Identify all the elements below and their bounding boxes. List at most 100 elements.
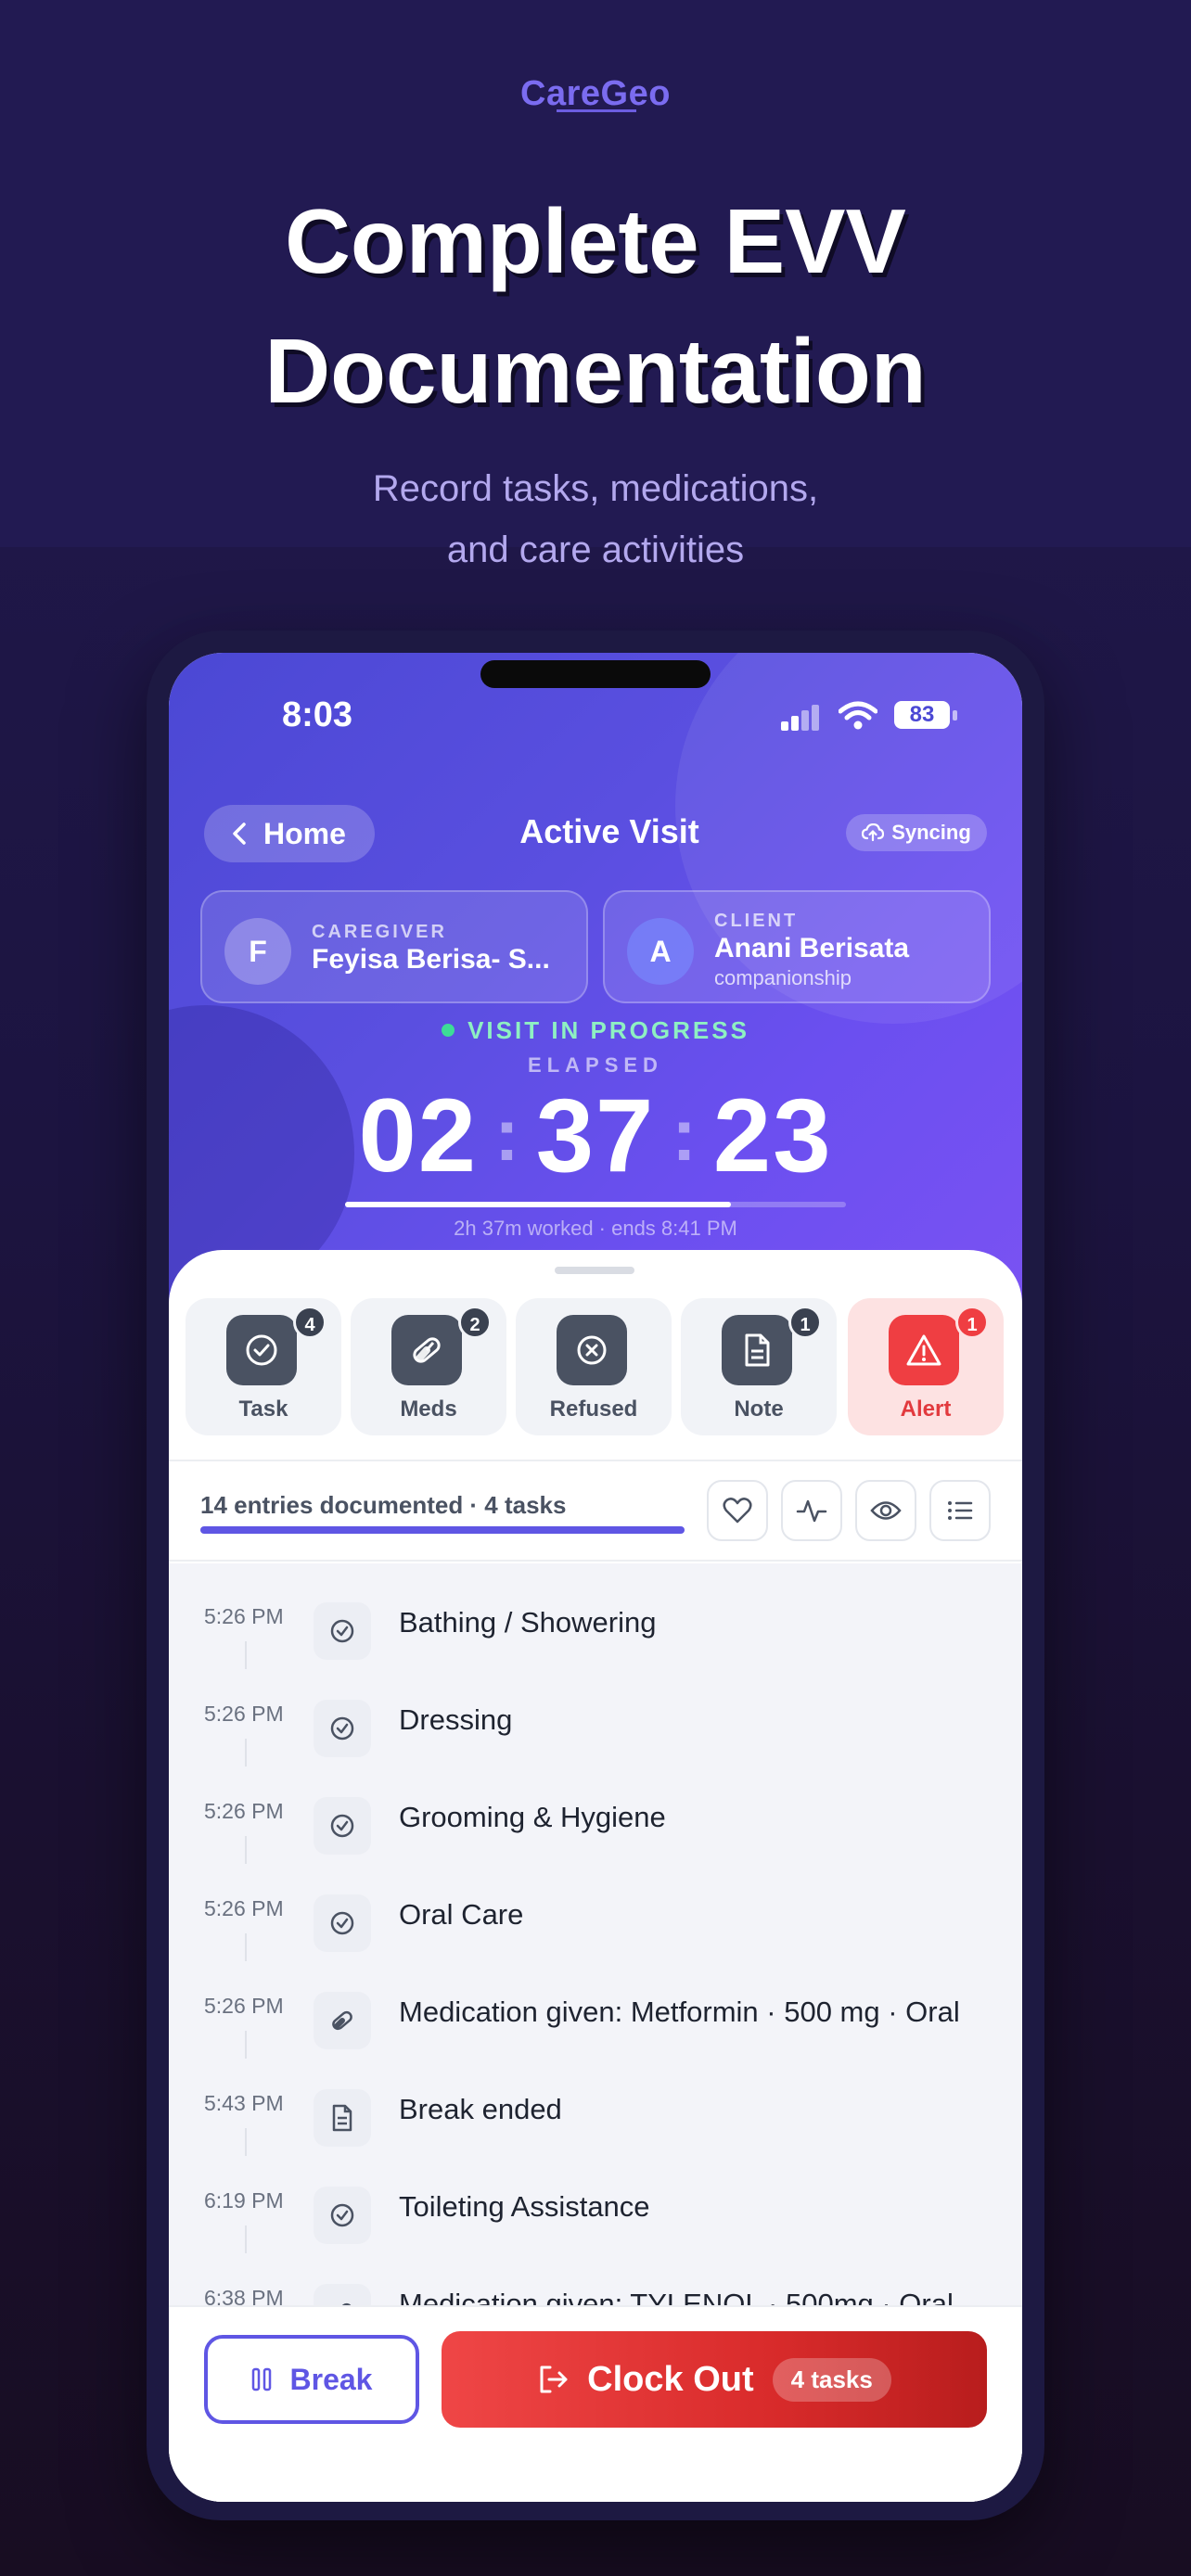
- hero-subtitle-line1: Record tasks, medications,: [372, 468, 819, 509]
- visit-status: VISIT IN PROGRESS: [169, 1016, 1022, 1045]
- check-circle-icon: [314, 1602, 371, 1660]
- sync-label: Syncing: [891, 821, 971, 844]
- timeline-entry[interactable]: 5:26 PM Grooming & Hygiene: [169, 1758, 1022, 1864]
- entry-time: 5:26 PM: [204, 1896, 284, 1920]
- activity-icon: [796, 1499, 827, 1523]
- timeline-entry[interactable]: 5:26 PM Oral Care: [169, 1855, 1022, 1961]
- timer-minutes: 37: [535, 1077, 656, 1193]
- eye-icon: [870, 1501, 902, 1520]
- entries-timeline: 5:26 PM Bathing / Showering 5:26 PM Dres…: [169, 1563, 1022, 2305]
- clock-out-label: Clock Out: [587, 2359, 754, 2399]
- note-label: Note: [734, 1396, 784, 1422]
- entry-time: 5:43 PM: [204, 2091, 284, 2115]
- hero-title-line2: Documentation: [264, 320, 927, 422]
- phone-screen: 8:03 83 Home Active Visit Syncing F CARE…: [169, 653, 1022, 2502]
- remaining-tasks-badge: 4 tasks: [772, 2357, 891, 2402]
- battery-tip: [953, 710, 957, 721]
- note-action-button[interactable]: 1 Note: [681, 1298, 837, 1435]
- client-name: Anani Berisata: [714, 933, 910, 963]
- warning-icon: [889, 1315, 959, 1385]
- entry-text: Medication given: TYLENOL · 500mg · Oral: [399, 2288, 954, 2305]
- pause-icon: [251, 2367, 271, 2391]
- entries-summary: 14 entries documented · 4 tasks: [169, 1460, 1022, 1562]
- timeline-entry[interactable]: 6:38 PM Medication given: TYLENOL · 500m…: [169, 2245, 1022, 2305]
- client-avatar: A: [627, 918, 694, 985]
- live-dot-icon: [442, 1024, 455, 1037]
- hero-title-line1: Complete EVV: [285, 190, 906, 292]
- note-count-badge: 1: [788, 1306, 822, 1339]
- timer-seconds: 23: [712, 1077, 833, 1193]
- list-icon: [948, 1501, 973, 1520]
- hero-title: Complete EVV Documentation: [0, 176, 1191, 436]
- filter-vitals-button[interactable]: [707, 1480, 768, 1541]
- task-action-button[interactable]: 4 Task: [186, 1298, 341, 1435]
- refused-action-button[interactable]: Refused: [516, 1298, 672, 1435]
- sheet-grabber[interactable]: [555, 1267, 634, 1274]
- logout-icon: [540, 2366, 568, 2393]
- break-button[interactable]: Break: [204, 2335, 419, 2424]
- worked-summary: 2h 37m worked · ends 8:41 PM: [454, 1217, 737, 1240]
- dynamic-island: [480, 660, 711, 688]
- filter-activity-button[interactable]: [781, 1480, 842, 1541]
- caregiver-name: Feyisa Berisa- S...: [312, 944, 550, 975]
- entry-text: Toileting Assistance: [399, 2190, 650, 2223]
- entry-text: Grooming & Hygiene: [399, 1801, 666, 1833]
- check-circle-icon: [226, 1315, 297, 1385]
- entry-time: 5:26 PM: [204, 1604, 284, 1628]
- check-circle-icon: [314, 1894, 371, 1952]
- timeline-entry[interactable]: 5:26 PM Dressing: [169, 1661, 1022, 1766]
- refused-label: Refused: [549, 1396, 638, 1422]
- entry-time: 5:26 PM: [204, 1799, 284, 1823]
- status-time: 8:03: [282, 695, 353, 734]
- bottom-action-bar: Break Clock Out 4 tasks: [169, 2305, 1022, 2502]
- timer-separator: :: [672, 1093, 697, 1176]
- elapsed-timer: 02 : 37 : 23: [169, 1078, 1022, 1193]
- heart-icon: [723, 1498, 752, 1524]
- timeline-entry[interactable]: 5:43 PM Break ended: [169, 2050, 1022, 2156]
- task-label: Task: [238, 1396, 288, 1422]
- entry-time: 6:19 PM: [204, 2188, 284, 2213]
- meds-action-button[interactable]: 2 Meds: [351, 1298, 506, 1435]
- entry-time: 6:38 PM: [204, 2286, 284, 2305]
- timeline-entry[interactable]: 5:26 PM Medication given: Metformin · 50…: [169, 1953, 1022, 2059]
- client-role: CLIENT: [714, 911, 799, 931]
- entry-text: Bathing / Showering: [399, 1606, 657, 1639]
- document-icon: [314, 2089, 371, 2147]
- x-circle-icon: [557, 1315, 627, 1385]
- sync-status-badge[interactable]: Syncing: [846, 814, 987, 851]
- filter-list-button[interactable]: [929, 1480, 991, 1541]
- visit-progress-fill: [345, 1202, 731, 1207]
- alert-action-button[interactable]: 1 Alert: [848, 1298, 1004, 1435]
- timeline-entry[interactable]: 6:19 PM Toileting Assistance: [169, 2148, 1022, 2253]
- caregiver-role: CAREGIVER: [312, 922, 447, 942]
- entry-text: Oral Care: [399, 1898, 524, 1931]
- clock-out-button[interactable]: Clock Out 4 tasks: [442, 2331, 987, 2428]
- caregiver-card[interactable]: F CAREGIVER Feyisa Berisa- S...: [200, 890, 588, 1003]
- pill-icon: [391, 1315, 462, 1385]
- timer-hours: 02: [358, 1077, 479, 1193]
- entries-summary-text: 14 entries documented · 4 tasks: [200, 1491, 567, 1519]
- entry-text: Dressing: [399, 1703, 513, 1736]
- battery-icon: 83: [894, 701, 950, 729]
- filter-view-button[interactable]: [855, 1480, 916, 1541]
- visit-progress-bar: [345, 1202, 846, 1207]
- entry-time: 5:26 PM: [204, 1994, 284, 2018]
- timer-separator: :: [494, 1093, 519, 1176]
- hero-subtitle-line2: and care activities: [446, 529, 745, 570]
- brand-logo: CareGeo: [520, 74, 671, 113]
- wifi-icon: [839, 701, 877, 730]
- elapsed-label: ELAPSED: [528, 1053, 663, 1077]
- visit-header: 8:03 83 Home Active Visit Syncing F CARE…: [169, 653, 1022, 1320]
- pill-icon: [314, 2284, 371, 2305]
- alert-label: Alert: [900, 1396, 952, 1422]
- entry-text: Break ended: [399, 2093, 562, 2125]
- alert-count-badge: 1: [955, 1306, 989, 1339]
- client-card[interactable]: A CLIENT Anani Berisata companionship: [603, 890, 991, 1003]
- check-circle-icon: [314, 1797, 371, 1855]
- meds-count-badge: 2: [458, 1306, 492, 1339]
- caregiver-avatar: F: [224, 918, 291, 985]
- timeline-entry[interactable]: 5:26 PM Bathing / Showering: [169, 1563, 1022, 1669]
- documentation-sheet: 4 Task 2 Meds Refused 1 Note 1 Alert 14 …: [169, 1250, 1022, 2502]
- check-circle-icon: [314, 2187, 371, 2244]
- brand-underline: [557, 109, 636, 112]
